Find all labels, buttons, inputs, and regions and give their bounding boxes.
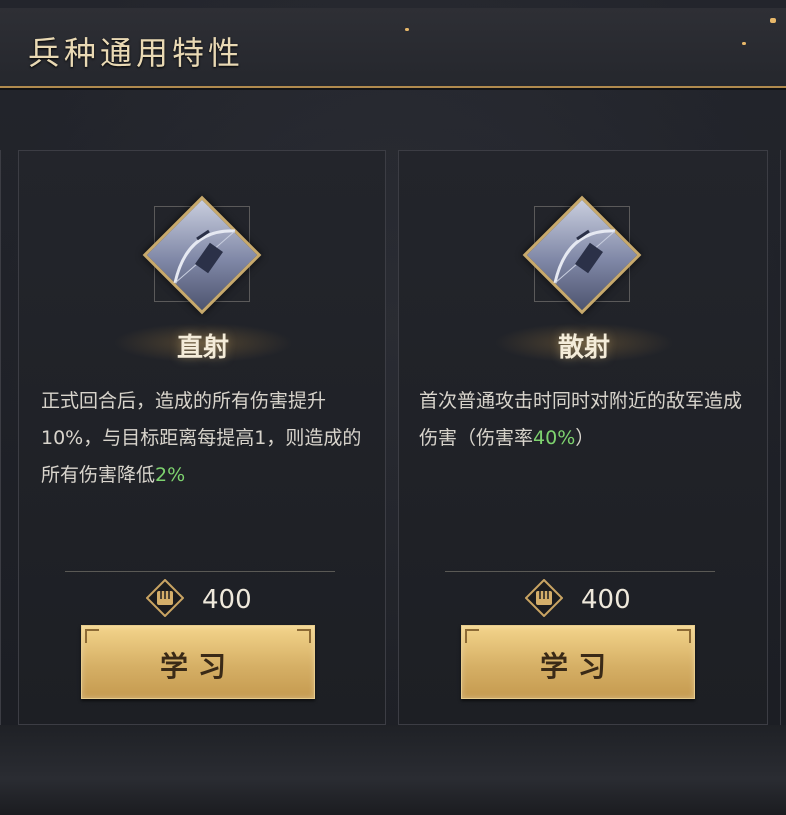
bow-icon	[173, 229, 236, 284]
learn-button[interactable]: 学习	[461, 625, 695, 699]
title-bar: 兵种通用特性	[0, 8, 786, 88]
skill-name: 直射	[176, 333, 229, 363]
button-corner-ornament	[465, 629, 479, 643]
learn-button[interactable]: 学习	[81, 625, 315, 699]
panel-title: 兵种通用特性	[28, 34, 245, 72]
spark-decoration	[405, 28, 409, 31]
button-corner-ornament	[677, 629, 691, 643]
description-highlight: 2%	[155, 464, 186, 486]
bow-icon	[553, 229, 616, 284]
button-corner-ornament	[85, 629, 99, 643]
skill-card-direct-shot: 直射 正式回合后，造成的所有伤害提升10%，与目标距离每提高1，则造成的所有伤害…	[18, 150, 386, 725]
skill-name: 散射	[557, 333, 610, 363]
description-text: 正式回合后，造成的所有伤害提升10%，与目标距离每提高1，则造成的所有伤害降低	[41, 390, 362, 486]
spark-decoration	[742, 42, 746, 45]
trait-panel: 兵种通用特性 直射 正式回合后，造成的所有伤害提升10%，与目标距离每提高1，则…	[0, 0, 786, 815]
card-edge	[0, 150, 1, 725]
description-highlight: 40%	[533, 427, 576, 449]
card-divider	[445, 571, 715, 572]
card-edge	[780, 150, 781, 725]
skill-cards: 直射 正式回合后，造成的所有伤害提升10%，与目标距离每提高1，则造成的所有伤害…	[0, 150, 786, 725]
skill-description: 首次普通攻击时同时对附近的敌军造成伤害（伤害率40%）	[419, 383, 754, 457]
cost-value: 400	[581, 585, 631, 615]
cost-value: 400	[202, 585, 252, 615]
button-corner-ornament	[297, 629, 311, 643]
skill-card-scatter-shot: 散射 首次普通攻击时同时对附近的敌军造成伤害（伤害率40%） 400 学习	[398, 150, 768, 725]
description-text: ）	[575, 427, 595, 449]
fist-icon	[146, 579, 184, 617]
learn-button-label: 学习	[539, 650, 616, 683]
spark-decoration	[770, 18, 776, 23]
card-divider	[65, 571, 335, 572]
learn-button-label: 学习	[159, 650, 236, 683]
skill-description: 正式回合后，造成的所有伤害提升10%，与目标距离每提高1，则造成的所有伤害降低2…	[41, 383, 376, 494]
fist-icon	[525, 579, 563, 617]
bottom-shade	[0, 725, 786, 815]
